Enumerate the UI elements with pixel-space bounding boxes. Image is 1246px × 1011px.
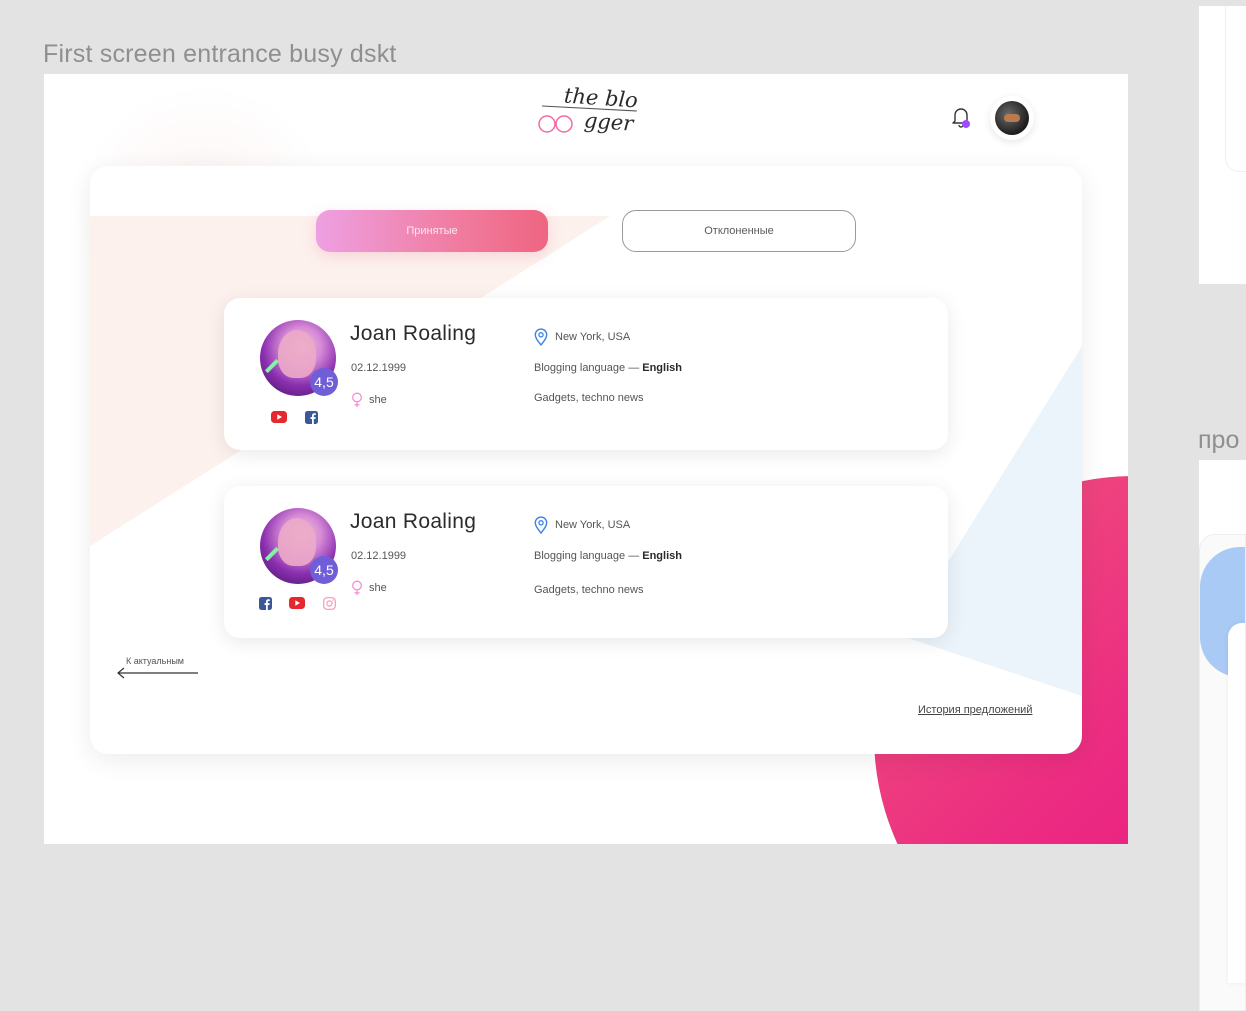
blogger-card[interactable]: 4,5 Joan Roaling 02.12.1999 she New York… [224,298,948,450]
adjacent-inner-card [1228,623,1245,983]
blogger-name[interactable]: Joan Roaling [350,322,476,346]
facebook-icon[interactable] [302,410,320,424]
instagram-icon[interactable] [320,596,338,610]
tab-accepted[interactable]: Принятые [316,210,548,252]
language-prefix: Blogging language — [534,550,643,562]
desktop-frame: the blo gger Принятые Отклоненные 4,5 Jo… [44,74,1128,844]
logo[interactable]: the blo gger [536,82,656,142]
pronoun: she [369,394,387,406]
youtube-icon[interactable] [270,410,288,424]
facebook-icon[interactable] [256,596,274,610]
back-label: К актуальным [126,656,184,666]
logo-text-top: the blo [563,83,639,113]
female-icon [352,580,362,595]
frame-title: First screen entrance busy dskt [43,40,397,68]
rating-badge: 4,5 [310,368,338,396]
language-value: English [642,550,682,562]
user-avatar[interactable] [990,96,1034,140]
offer-history-link[interactable]: История предложений [918,704,1032,716]
birth-date: 02.12.1999 [351,550,407,562]
adjacent-frame-bottom [1199,460,1246,1011]
location: New York, USA [534,328,630,346]
topics: Gadgets, techno news [534,392,644,404]
logo-text-bottom: gger [583,108,635,136]
arrow-left-icon [117,667,198,679]
gender: she [351,580,387,596]
blogging-language: Blogging language — English [534,550,682,562]
gender: she [351,392,387,408]
adjacent-frame-top [1199,6,1246,284]
social-links [270,410,320,424]
female-icon [352,392,362,407]
location-text: New York, USA [555,519,631,531]
location-text: New York, USA [555,331,631,343]
social-links [256,596,338,610]
location-pin-icon [534,328,548,346]
adjacent-frame-panel [1199,534,1246,1011]
birth-date: 02.12.1999 [351,362,407,374]
offers-card: Принятые Отклоненные 4,5 Joan Roaling 02… [90,166,1082,754]
pronoun: she [369,582,387,594]
adjacent-frame-title: про [1198,426,1240,454]
blogger-name[interactable]: Joan Roaling [350,510,476,534]
language-prefix: Blogging language — [534,362,643,374]
language-value: English [642,362,682,374]
rating-badge: 4,5 [310,556,338,584]
topics: Gadgets, techno news [534,584,644,596]
youtube-icon[interactable] [288,596,306,610]
user-avatar-photo [995,101,1029,135]
notification-dot [962,120,970,128]
logo-rings-icon [538,115,573,133]
notification-bell-icon[interactable] [950,104,972,130]
tab-rejected[interactable]: Отклоненные [622,210,856,252]
back-to-current-link[interactable]: К актуальным [116,656,206,686]
location-pin-icon [534,516,548,534]
blogging-language: Blogging language — English [534,362,682,374]
location: New York, USA [534,516,630,534]
adjacent-frame-panel [1225,6,1246,172]
blogger-card[interactable]: 4,5 Joan Roaling 02.12.1999 she New York… [224,486,948,638]
